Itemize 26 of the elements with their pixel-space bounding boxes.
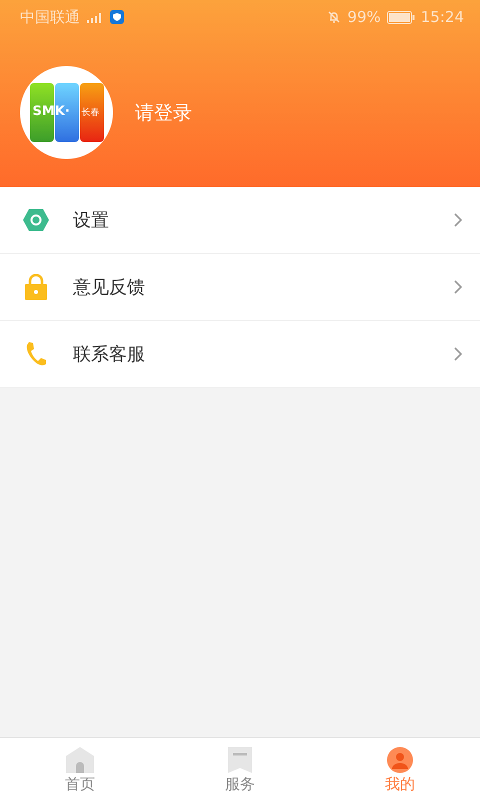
hexagon-settings-icon (22, 208, 50, 232)
lock-icon (22, 274, 50, 300)
battery-percent: 99% (347, 8, 381, 26)
chevron-right-icon (454, 213, 462, 227)
tab[interactable]: 首页 (0, 738, 160, 800)
user-icon (387, 747, 413, 773)
bookmark-icon (228, 747, 252, 773)
menu-label: 联系客服 (73, 343, 146, 366)
bell-muted-icon (327, 10, 342, 24)
tab[interactable]: 服务 (160, 738, 320, 800)
signal-icon (86, 11, 104, 23)
menu-label: 设置 (73, 209, 110, 232)
menu-item[interactable]: 意见反馈 (0, 254, 480, 321)
clock: 15:24 (420, 8, 464, 26)
menu-item[interactable]: 设置 (0, 187, 480, 254)
home-icon (66, 747, 94, 773)
chevron-right-icon (454, 280, 462, 294)
chevron-right-icon (454, 347, 462, 361)
carrier-name: 中国联通 (20, 8, 80, 26)
login-link[interactable]: 请登录 (135, 100, 192, 126)
logo-city-text: 长春 (82, 106, 100, 119)
tab[interactable]: 我的 (320, 738, 480, 800)
menu-label: 意见反馈 (73, 276, 146, 299)
menu-item[interactable]: 联系客服 (0, 321, 480, 388)
battery-icon (386, 10, 415, 24)
shield-icon (110, 10, 124, 24)
